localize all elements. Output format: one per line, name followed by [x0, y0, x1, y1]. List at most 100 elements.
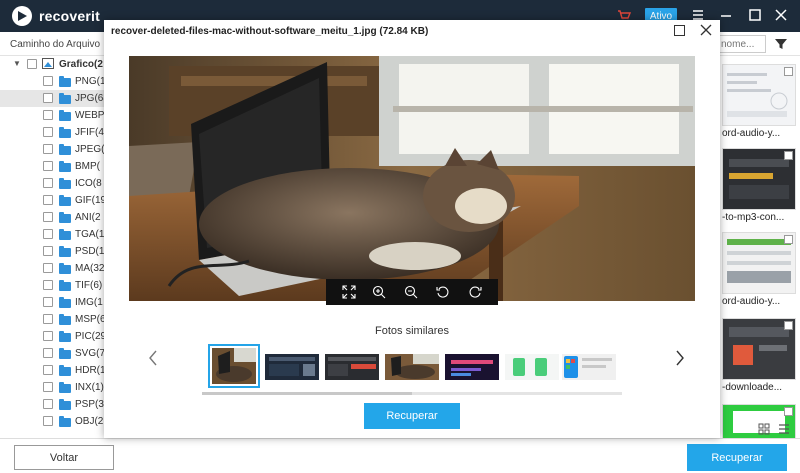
- tree-item[interactable]: MA(32: [0, 260, 110, 277]
- filter-icon[interactable]: [774, 37, 788, 51]
- tree-checkbox[interactable]: [43, 314, 53, 324]
- tree-checkbox[interactable]: [43, 382, 53, 392]
- rotate-left-icon[interactable]: [436, 285, 450, 299]
- tree-checkbox[interactable]: [43, 399, 53, 409]
- tree-item[interactable]: JPG(68: [0, 90, 110, 107]
- tree-checkbox[interactable]: [43, 127, 53, 137]
- folder-icon: [59, 416, 71, 427]
- thumbnail-checkbox[interactable]: [784, 321, 793, 330]
- chevron-right-icon[interactable]: [675, 350, 685, 366]
- thumbnail-scrollbar[interactable]: [202, 392, 622, 395]
- maximize-icon[interactable]: [748, 8, 762, 22]
- thumbnail-label: ord-audio-y...: [722, 296, 781, 307]
- tree-item-label: MSP(6: [75, 314, 106, 325]
- tree-checkbox[interactable]: [43, 246, 53, 256]
- list-view-icon[interactable]: [778, 423, 790, 435]
- thumbnail-checkbox[interactable]: [784, 407, 793, 416]
- fit-screen-icon[interactable]: [342, 285, 356, 299]
- tree-item[interactable]: MSP(6: [0, 311, 110, 328]
- tree-item-label: SVG(7: [75, 348, 106, 359]
- close-icon[interactable]: [774, 8, 788, 22]
- tree-item[interactable]: ANI(2: [0, 209, 110, 226]
- similar-photo-thumbnail[interactable]: [385, 354, 439, 380]
- tree-checkbox[interactable]: [43, 178, 53, 188]
- tree-checkbox[interactable]: [43, 365, 53, 375]
- tree-item[interactable]: JFIF(4: [0, 124, 110, 141]
- image-viewer-toolbar: [326, 279, 498, 305]
- tree-item[interactable]: OBJ(2: [0, 413, 110, 430]
- tree-item[interactable]: TGA(1: [0, 226, 110, 243]
- path-column-label: Caminho do Arquivo: [10, 39, 101, 50]
- tree-checkbox[interactable]: [43, 212, 53, 222]
- minimize-icon[interactable]: [719, 8, 733, 22]
- tree-item[interactable]: PNG(1: [0, 73, 110, 90]
- tree-checkbox[interactable]: [43, 263, 53, 273]
- chevron-left-icon[interactable]: [148, 350, 158, 366]
- file-thumbnail[interactable]: [722, 232, 796, 294]
- folder-icon: [59, 246, 71, 257]
- folder-icon: [59, 263, 71, 274]
- tree-item[interactable]: GIF(19: [0, 192, 110, 209]
- tree-item-label: WEBP: [75, 110, 105, 121]
- close-icon[interactable]: [700, 24, 712, 36]
- recover-button[interactable]: Recuperar: [687, 444, 787, 471]
- tree-checkbox[interactable]: [43, 280, 53, 290]
- folder-icon: [59, 382, 71, 393]
- tree-item[interactable]: TIF(6): [0, 277, 110, 294]
- tree-item[interactable]: PIC(29: [0, 328, 110, 345]
- tree-checkbox[interactable]: [43, 416, 53, 426]
- tree-item-grafico[interactable]: ▼ Grafico(2: [0, 56, 110, 73]
- thumbnail-label: ord-audio-y...: [722, 128, 781, 139]
- back-button[interactable]: Voltar: [14, 445, 114, 470]
- tree-item[interactable]: IMG(1: [0, 294, 110, 311]
- tree-checkbox[interactable]: [43, 297, 53, 307]
- tree-item[interactable]: JPEG(: [0, 141, 110, 158]
- recoverit-logo-icon: [12, 6, 32, 26]
- thumbnail-checkbox[interactable]: [784, 67, 793, 76]
- rotate-right-icon[interactable]: [468, 285, 482, 299]
- thumbnail-scrollbar-thumb[interactable]: [202, 392, 412, 395]
- tree-checkbox[interactable]: [43, 229, 53, 239]
- zoom-in-icon[interactable]: [372, 285, 386, 299]
- tree-checkbox[interactable]: [43, 161, 53, 171]
- thumbnail-checkbox[interactable]: [784, 151, 793, 160]
- tree-checkbox[interactable]: [43, 195, 53, 205]
- tree-item[interactable]: WEBP: [0, 107, 110, 124]
- preview-recover-button[interactable]: Recuperar: [364, 403, 460, 429]
- tree-item[interactable]: HDR(1: [0, 362, 110, 379]
- tree-checkbox[interactable]: [43, 110, 53, 120]
- tree-item-label: TGA(1: [75, 229, 105, 240]
- similar-photo-thumbnail[interactable]: [265, 354, 319, 380]
- file-thumbnail[interactable]: [722, 148, 796, 210]
- similar-photo-thumbnail[interactable]: [562, 354, 616, 380]
- tree-checkbox[interactable]: [43, 93, 53, 103]
- tree-checkbox[interactable]: [43, 76, 53, 86]
- search-input[interactable]: [716, 35, 766, 53]
- grid-view-icon[interactable]: [758, 423, 770, 435]
- tree-checkbox[interactable]: [43, 331, 53, 341]
- caret-down-icon[interactable]: ▼: [13, 59, 21, 68]
- file-thumbnail[interactable]: [722, 64, 796, 126]
- file-thumbnail[interactable]: [722, 318, 796, 380]
- tree-item[interactable]: INX(1): [0, 379, 110, 396]
- tree-item[interactable]: PSP(3: [0, 396, 110, 413]
- maximize-icon[interactable]: [674, 25, 685, 36]
- tree-item[interactable]: SVG(7: [0, 345, 110, 362]
- thumbnail-label: -downloade...: [722, 382, 783, 393]
- similar-photo-thumbnail[interactable]: [445, 354, 499, 380]
- similar-photo-thumbnail[interactable]: [208, 344, 260, 388]
- tree-item[interactable]: PSD(1: [0, 243, 110, 260]
- tree-item[interactable]: BMP(: [0, 158, 110, 175]
- similar-photo-thumbnail[interactable]: [505, 354, 559, 380]
- thumbnail-grid: ord-audio-y... -to-mp3-con... ord-audio-…: [718, 56, 800, 438]
- file-type-tree: ▼ Grafico(2 PNG(1 JPG(68 WEBP JFIF(4 JPEG(BMP(…: [0, 56, 110, 438]
- preview-dialog: recover-deleted-files-mac-without-softwa…: [104, 20, 720, 438]
- thumbnail-checkbox[interactable]: [784, 235, 793, 244]
- tree-checkbox[interactable]: [43, 348, 53, 358]
- tree-checkbox[interactable]: [27, 59, 37, 69]
- tree-checkbox[interactable]: [43, 144, 53, 154]
- similar-photo-thumbnail[interactable]: [325, 354, 379, 380]
- zoom-out-icon[interactable]: [404, 285, 418, 299]
- tree-item[interactable]: ICO(8: [0, 175, 110, 192]
- image-category-icon: [42, 58, 54, 69]
